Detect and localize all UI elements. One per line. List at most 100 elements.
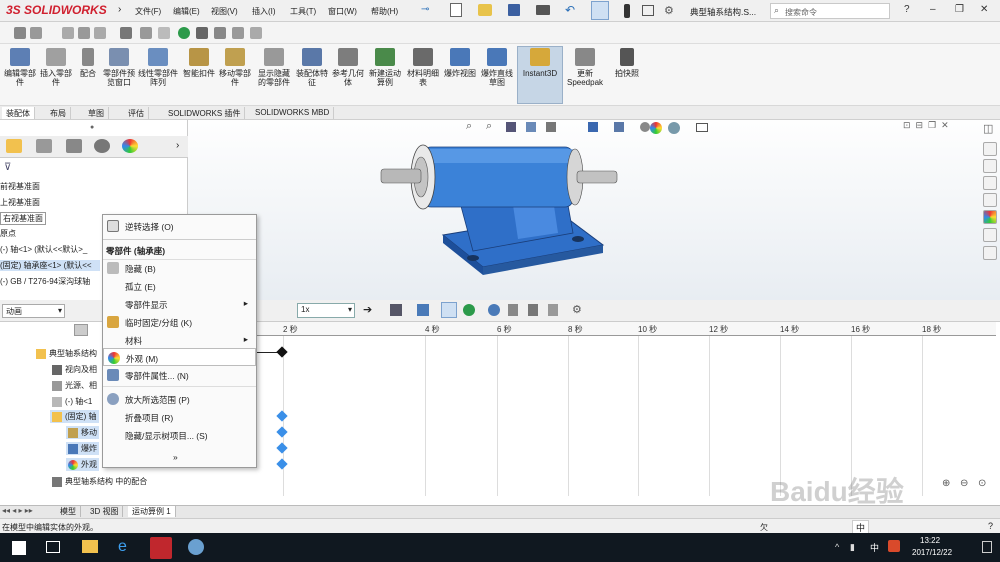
location-pin-icon[interactable] bbox=[178, 27, 190, 39]
tree-item-front-plane[interactable]: 前视基准面 bbox=[0, 181, 40, 192]
close-button[interactable]: ✕ bbox=[980, 4, 988, 15]
animation-wizard-icon[interactable] bbox=[417, 304, 429, 316]
traffic-light-icon[interactable] bbox=[624, 4, 630, 18]
configuration-tab-icon[interactable] bbox=[66, 139, 82, 153]
edit-component-button[interactable]: 编辑零部件 bbox=[4, 48, 36, 87]
panel-grip-icon[interactable]: ● bbox=[90, 124, 94, 131]
feature-tree-tab-icon[interactable] bbox=[6, 139, 22, 153]
restore-button[interactable]: ❐ bbox=[955, 4, 964, 15]
menu-item-appearance[interactable]: 外观 (M) bbox=[103, 348, 256, 366]
cube-icon[interactable] bbox=[140, 27, 152, 39]
snap-icon[interactable] bbox=[62, 27, 74, 39]
assembly-features-button[interactable]: 装配体特征 bbox=[296, 48, 328, 87]
dimension-icon[interactable] bbox=[30, 27, 42, 39]
playback-speed-select[interactable]: 1x ▾ bbox=[297, 303, 355, 318]
grid-icon[interactable] bbox=[94, 27, 106, 39]
menu-view[interactable]: 视图(V) bbox=[211, 6, 238, 17]
chevron-right-icon[interactable]: › bbox=[176, 140, 179, 151]
print-icon[interactable] bbox=[536, 5, 550, 15]
solidworks-taskbar-icon[interactable] bbox=[150, 537, 172, 559]
file-properties-icon[interactable] bbox=[642, 5, 654, 16]
undo-icon[interactable]: ↶ bbox=[565, 3, 575, 17]
forum-icon[interactable] bbox=[983, 246, 997, 260]
open-folder-icon[interactable] bbox=[478, 4, 492, 16]
bom-button[interactable]: 材料明细表 bbox=[406, 48, 440, 87]
tab-nav-arrows-icon[interactable]: ◂◂ ◂ ▸ ▸▸ bbox=[2, 506, 33, 515]
task-view-icon[interactable] bbox=[46, 541, 60, 553]
tab-motion-study-1[interactable]: 运动算例 1 bbox=[128, 506, 176, 517]
new-motion-study-button[interactable]: 新建运动算例 bbox=[368, 48, 402, 87]
save-animation-icon[interactable] bbox=[390, 304, 402, 316]
menu-expand-button[interactable]: » bbox=[103, 448, 256, 466]
hide-show-icon[interactable] bbox=[640, 122, 650, 132]
menu-item-component-properties[interactable]: 零部件属性... (N) bbox=[103, 366, 256, 384]
filter-icon[interactable]: ⊽ bbox=[4, 162, 11, 173]
menu-item-hide-show-tree-items[interactable]: 隐藏/显示树项目... (S) bbox=[103, 426, 256, 444]
menu-edit[interactable]: 编辑(E) bbox=[173, 6, 200, 17]
property-manager-tab-icon[interactable] bbox=[36, 139, 52, 153]
appearances-icon[interactable] bbox=[983, 210, 997, 224]
solidworks-logo[interactable]: 3S SOLIDWORKS bbox=[6, 3, 107, 17]
motion-tree-lights[interactable]: 光源、相 bbox=[52, 380, 97, 391]
home-icon[interactable] bbox=[983, 142, 997, 156]
autokey-icon[interactable] bbox=[441, 302, 457, 318]
menu-item-zoom-to-selection[interactable]: 放大所选范围 (P) bbox=[103, 390, 256, 408]
mate-icon[interactable] bbox=[14, 27, 26, 39]
app-taskbar-icon[interactable] bbox=[188, 539, 204, 555]
menu-item-invert-selection[interactable]: 逆转选择 (O) bbox=[103, 217, 256, 235]
tab-solidworks-addins[interactable]: SOLIDWORKS 插件 bbox=[164, 107, 246, 119]
minimize-button[interactable]: – bbox=[930, 4, 936, 15]
folder-icon[interactable] bbox=[983, 176, 997, 190]
tree-item-shaft[interactable]: (-) 轴<1> (默认<<默认>_ bbox=[0, 244, 100, 255]
viewport-minimize-icon[interactable]: ◫ bbox=[983, 122, 993, 135]
custom-properties-icon[interactable] bbox=[983, 228, 997, 242]
motion-tree-shaft[interactable]: (-) 轴<1 bbox=[52, 396, 92, 407]
search-input[interactable]: ⌕ 搜索命令 bbox=[770, 3, 890, 19]
menu-help[interactable]: 帮助(H) bbox=[371, 6, 398, 17]
gravity-icon[interactable] bbox=[548, 304, 558, 316]
component-preview-button[interactable]: 零部件预览窗口 bbox=[102, 48, 136, 87]
tree-item-bearing-housing[interactable]: (固定) 轴承座<1> (默认<< bbox=[0, 260, 100, 271]
motion-tree-view-camera[interactable]: 视向及相 bbox=[52, 364, 97, 375]
show-hidden-components-button[interactable]: 显示隐藏的零部件 bbox=[256, 48, 292, 87]
zoom-out-timeline-icon[interactable]: ⊖ bbox=[960, 478, 968, 489]
monitor-icon[interactable] bbox=[696, 123, 708, 132]
shape-icon[interactable] bbox=[158, 27, 170, 39]
update-speedpak-button[interactable]: 更新Speedpak bbox=[566, 48, 604, 87]
linear-pattern-button[interactable]: 线性零部件阵列 bbox=[138, 48, 178, 87]
previous-view-icon[interactable] bbox=[506, 122, 516, 132]
chevron-right-icon[interactable]: › bbox=[118, 4, 121, 15]
help-status-icon[interactable]: ? bbox=[988, 521, 993, 531]
measure-icon[interactable] bbox=[250, 27, 262, 39]
edge-browser-icon[interactable]: e bbox=[118, 539, 134, 555]
menu-insert[interactable]: 插入(I) bbox=[252, 6, 276, 17]
gear-icon[interactable]: ⚙ bbox=[664, 4, 674, 17]
viewport-window-controls[interactable]: ⊡ ⊟ ❐ ✕ bbox=[903, 120, 949, 131]
save-icon[interactable] bbox=[508, 4, 520, 16]
pin-icon[interactable]: ⊸ bbox=[421, 4, 429, 15]
menu-item-hide[interactable]: 隐藏 (B) bbox=[103, 259, 256, 277]
taskbar-ime[interactable]: 中 bbox=[870, 541, 879, 554]
dynamic-annotation-icon[interactable] bbox=[546, 122, 556, 132]
zoom-in-timeline-icon[interactable]: ⊕ bbox=[942, 478, 950, 489]
menu-item-component-display[interactable]: 零部件显示 ▸ bbox=[103, 295, 256, 313]
menu-item-temp-fix-group[interactable]: 临时固定/分组 (K) bbox=[103, 313, 256, 331]
snapshot-button[interactable]: 拍快照 bbox=[610, 48, 644, 78]
tab-model[interactable]: 模型 bbox=[56, 506, 81, 517]
tab-3d-views[interactable]: 3D 视图 bbox=[86, 506, 124, 517]
menu-item-isolate[interactable]: 孤立 (E) bbox=[103, 277, 256, 295]
tab-assembly[interactable]: 装配体 bbox=[2, 107, 35, 119]
insert-component-button[interactable]: 插入零部件 bbox=[40, 48, 72, 87]
sogou-icon[interactable] bbox=[888, 540, 900, 552]
graphics-viewport[interactable]: ⌕ ⌕ ⊡ ⊟ ❐ ✕ ◫ bbox=[188, 120, 1000, 300]
view-orientation-icon[interactable] bbox=[588, 122, 598, 132]
zoom-area-icon[interactable]: ⌕ bbox=[486, 120, 492, 133]
motion-filter-icon[interactable] bbox=[74, 324, 88, 336]
dimxpert-tab-icon[interactable] bbox=[94, 139, 110, 153]
link-icon[interactable] bbox=[78, 27, 90, 39]
zoom-to-fit-icon[interactable]: ⌕ bbox=[466, 120, 472, 133]
tree-item-bearing[interactable]: (-) GB / T276-94深沟球轴 bbox=[0, 276, 100, 287]
menu-item-material[interactable]: 材料 ▸ bbox=[103, 331, 256, 349]
new-document-icon[interactable] bbox=[450, 3, 462, 17]
assembly-model[interactable] bbox=[363, 135, 643, 285]
